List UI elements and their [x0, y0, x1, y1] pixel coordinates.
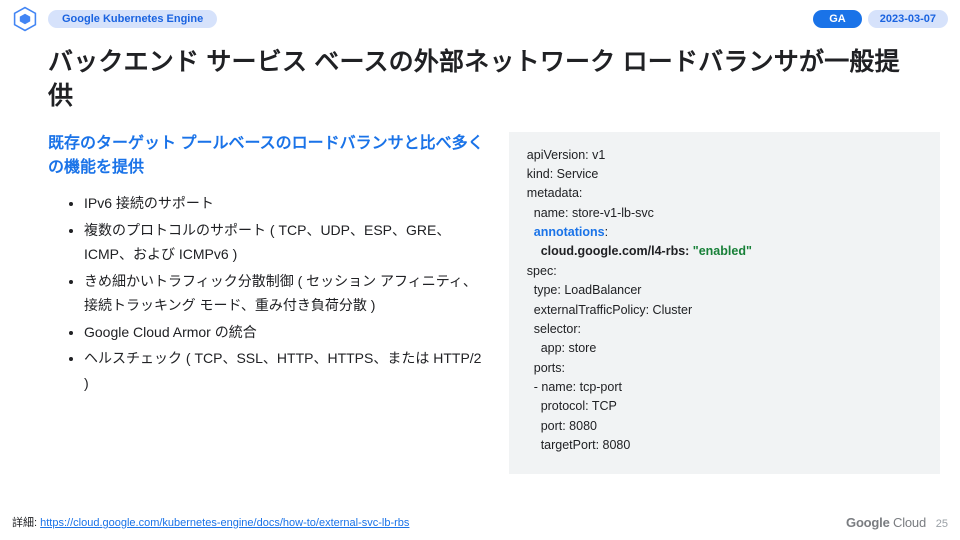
slide-title: バックエンド サービス ベースの外部ネットワーク ロードバランサが一般提供 — [0, 32, 960, 114]
code-line: ports: — [527, 359, 922, 378]
list-item: ヘルスチェック ( TCP、SSL、HTTP、HTTPS、または HTTP/2 … — [84, 346, 485, 395]
code-enabled-value: "enabled" — [693, 244, 752, 258]
code-line: selector: — [527, 320, 922, 339]
code-line: metadata: — [527, 184, 922, 203]
code-line: app: store — [527, 339, 922, 358]
code-line: annotations: — [527, 223, 922, 242]
code-line: spec: — [527, 262, 922, 281]
left-column: 既存のターゲット プールベースのロードバランサと比べ多くの機能を提供 IPv6 … — [48, 132, 485, 474]
code-line: externalTrafficPolicy: Cluster — [527, 301, 922, 320]
code-line: - name: tcp-port — [527, 378, 922, 397]
code-block: apiVersion: v1 kind: Service metadata: n… — [509, 132, 940, 474]
ga-badge: GA — [813, 10, 862, 28]
code-line: kind: Service — [527, 165, 922, 184]
footer-label: 詳細: — [12, 517, 40, 529]
list-item: Google Cloud Armor の統合 — [84, 320, 485, 345]
list-item: IPv6 接続のサポート — [84, 191, 485, 216]
code-line: port: 8080 — [527, 417, 922, 436]
footer: 詳細: https://cloud.google.com/kubernetes-… — [12, 514, 409, 530]
code-line: name: store-v1-lb-svc — [527, 204, 922, 223]
google-cloud-logo: Google Cloud — [846, 515, 926, 530]
slide-header: Google Kubernetes Engine GA 2023-03-07 — [0, 0, 960, 32]
code-line: apiVersion: v1 — [527, 146, 922, 165]
list-item: 複数のプロトコルのサポート ( TCP、UDP、ESP、GRE、ICMP、および… — [84, 218, 485, 267]
feature-list: IPv6 接続のサポート 複数のプロトコルのサポート ( TCP、UDP、ESP… — [48, 191, 485, 395]
gke-hex-icon — [12, 6, 38, 32]
page-number: 25 — [936, 518, 948, 530]
code-line: targetPort: 8080 — [527, 436, 922, 455]
details-link[interactable]: https://cloud.google.com/kubernetes-engi… — [40, 517, 409, 529]
list-item: きめ細かいトラフィック分散制御 ( セッション アフィニティ、接続トラッキング … — [84, 269, 485, 318]
content-row: 既存のターゲット プールベースのロードバランサと比べ多くの機能を提供 IPv6 … — [0, 114, 960, 474]
subheading: 既存のターゲット プールベースのロードバランサと比べ多くの機能を提供 — [48, 132, 485, 182]
code-line: type: LoadBalancer — [527, 281, 922, 300]
product-pill: Google Kubernetes Engine — [48, 10, 217, 28]
code-annotations-key: annotations — [534, 225, 605, 239]
code-line: cloud.google.com/l4-rbs: "enabled" — [527, 242, 922, 261]
date-badge: 2023-03-07 — [868, 10, 948, 28]
code-line: protocol: TCP — [527, 397, 922, 416]
